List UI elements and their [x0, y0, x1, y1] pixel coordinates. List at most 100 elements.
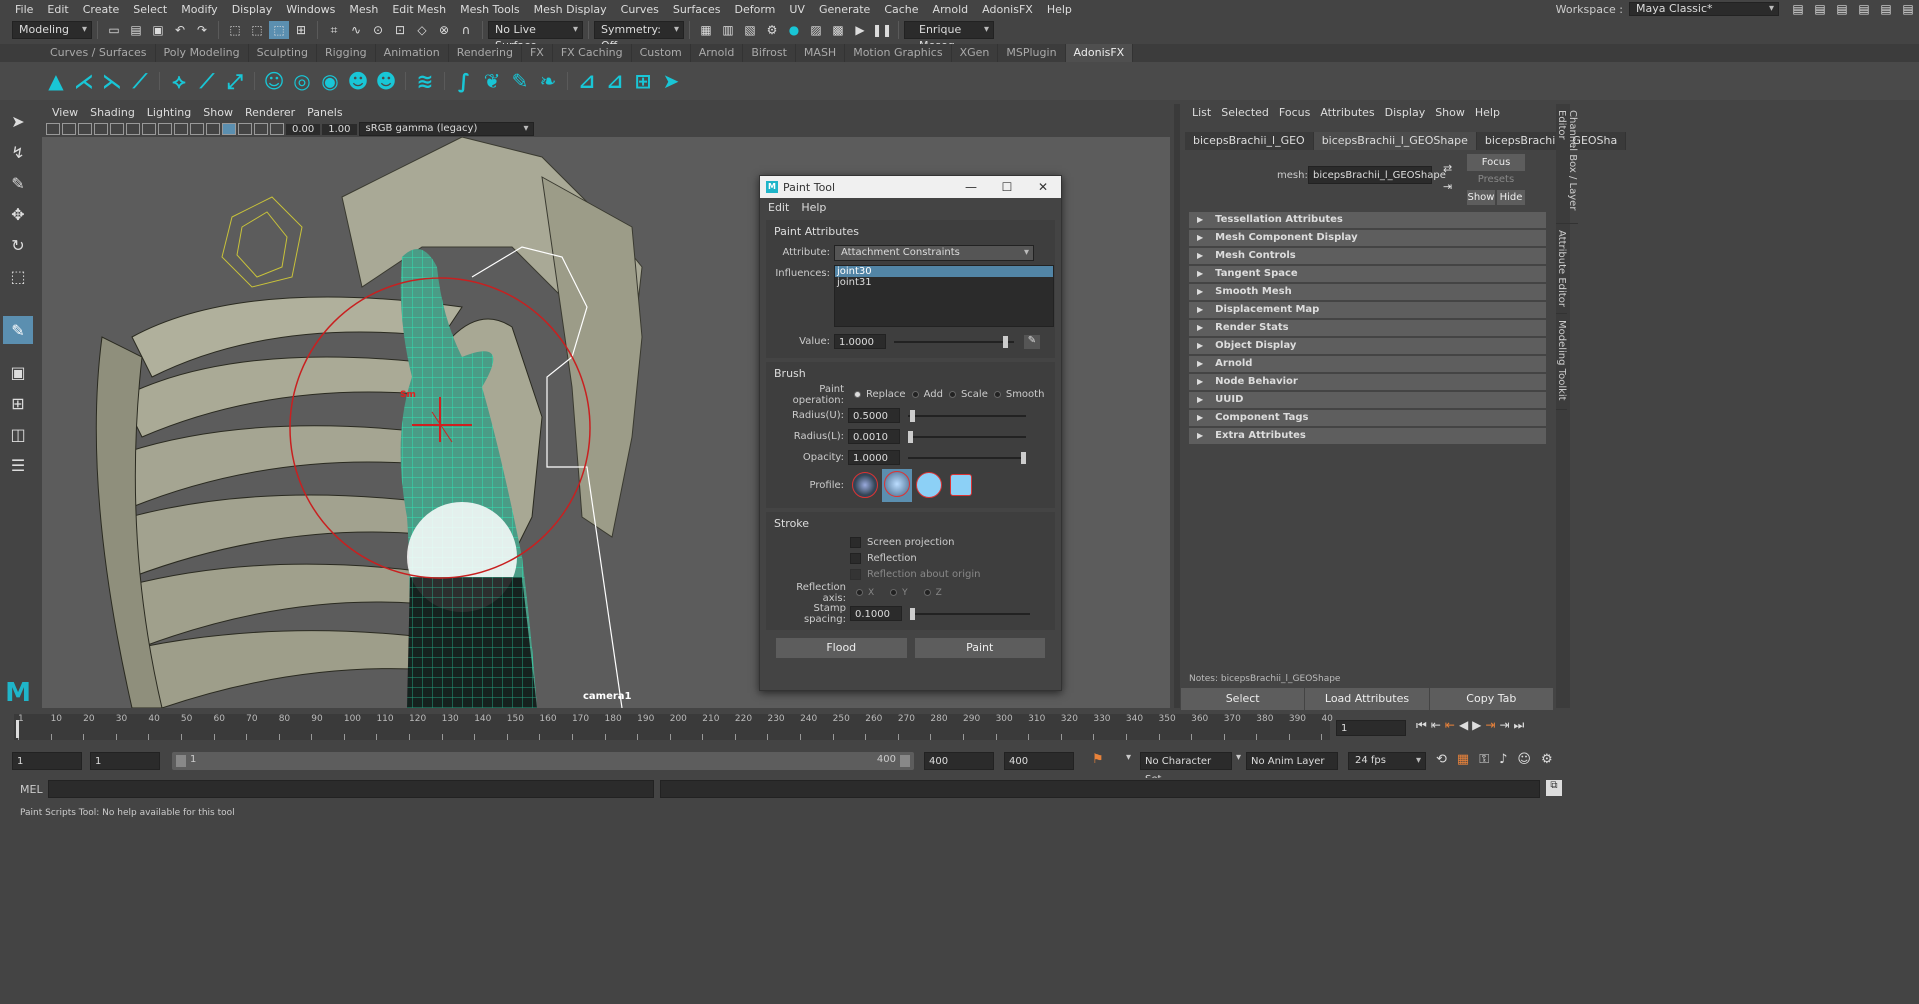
- paint-tool-titlebar[interactable]: M Paint Tool — ☐ ✕: [760, 176, 1061, 198]
- current-time-marker[interactable]: [16, 720, 19, 738]
- load-attributes-button[interactable]: Load Attributes: [1305, 688, 1430, 710]
- frame-render-stats[interactable]: Render Stats: [1189, 320, 1546, 336]
- stamp-spacing-slider[interactable]: [910, 607, 1030, 620]
- playback-end-field[interactable]: 400: [924, 752, 994, 770]
- grid-icon[interactable]: ⊞: [631, 67, 655, 95]
- tab-geo[interactable]: bicepsBrachii_l_GEO: [1185, 132, 1314, 150]
- image-plane-icon[interactable]: [94, 123, 108, 135]
- menu-select[interactable]: Select: [126, 3, 174, 16]
- ipr-render-icon[interactable]: ▧: [740, 21, 760, 39]
- layout-four-icon[interactable]: ▤: [1810, 0, 1830, 18]
- snap-live-icon[interactable]: ⊗: [434, 21, 454, 39]
- layout-side-icon[interactable]: ▤: [1832, 0, 1852, 18]
- face-icon[interactable]: ☺: [262, 67, 286, 95]
- magnet-icon[interactable]: ∩: [456, 21, 476, 39]
- shelf-tab-xgen[interactable]: XGen: [952, 44, 999, 62]
- step-forward-key-icon[interactable]: ⇥: [1499, 718, 1509, 733]
- fiber-icon[interactable]: ∫: [452, 67, 476, 95]
- frame-arnold[interactable]: Arnold: [1189, 356, 1546, 372]
- select-tool-icon[interactable]: ➤: [3, 107, 33, 135]
- snap-view-icon[interactable]: ⊡: [390, 21, 410, 39]
- rotate-tool-icon[interactable]: ↻: [3, 231, 33, 259]
- shelf-tab-sculpting[interactable]: Sculpting: [249, 44, 317, 62]
- menu-edit-mesh[interactable]: Edit Mesh: [385, 3, 453, 16]
- frame-uuid[interactable]: UUID: [1189, 392, 1546, 408]
- maximize-icon[interactable]: ☐: [989, 180, 1025, 194]
- tab-attribute-editor[interactable]: Attribute Editor: [1556, 224, 1567, 314]
- live-surface-select[interactable]: No Live Surface: [488, 21, 583, 52]
- viewport-menu-lighting[interactable]: Lighting: [141, 106, 197, 119]
- ae-menu-selected[interactable]: Selected: [1216, 106, 1274, 119]
- profile-solid-icon[interactable]: [916, 472, 942, 498]
- stamp-spacing-field[interactable]: 0.1000: [850, 606, 902, 621]
- ae-menu-attributes[interactable]: Attributes: [1315, 106, 1379, 119]
- ae-menu-show[interactable]: Show: [1430, 106, 1470, 119]
- focus-node-icon[interactable]: ⇄: [1443, 162, 1452, 175]
- select-by-hierarchy-icon[interactable]: ⬚: [225, 21, 245, 39]
- bone-tool-icon[interactable]: ⟋: [128, 67, 152, 95]
- orient-icon[interactable]: ⤢: [223, 67, 247, 95]
- pause-icon[interactable]: ❚❚: [872, 21, 892, 39]
- fascia-icon[interactable]: ❧: [536, 67, 560, 95]
- camera-icon[interactable]: [46, 123, 60, 135]
- mask-alt-icon[interactable]: ☻: [374, 67, 398, 95]
- transform-icon[interactable]: ⊿: [575, 67, 599, 95]
- shelf-tab-bifrost[interactable]: Bifrost: [743, 44, 796, 62]
- channel-box-icon[interactable]: ▤: [1854, 0, 1874, 18]
- load-node-icon[interactable]: ⇥: [1443, 180, 1452, 193]
- animation-start-field[interactable]: 1: [12, 752, 82, 770]
- value-slider[interactable]: [894, 335, 1014, 348]
- section-title[interactable]: Brush: [766, 364, 1055, 384]
- key-icon[interactable]: ⚿: [1479, 752, 1489, 767]
- step-back-key-icon[interactable]: ⇤: [1431, 718, 1441, 733]
- smooth-shade-icon[interactable]: [142, 123, 156, 135]
- select-button[interactable]: Select: [1181, 688, 1306, 710]
- viewport-menu-show[interactable]: Show: [197, 106, 239, 119]
- menu-help[interactable]: Help: [1040, 3, 1079, 16]
- current-frame-field[interactable]: 1: [1336, 720, 1406, 736]
- frame-extra-attributes[interactable]: Extra Attributes: [1189, 428, 1546, 444]
- tab-channel-box[interactable]: Channel Box / Layer Editor: [1556, 104, 1578, 224]
- radio-add[interactable]: [911, 391, 919, 398]
- ae-menu-display[interactable]: Display: [1380, 106, 1431, 119]
- show-button[interactable]: Show: [1467, 190, 1495, 205]
- settings-icon[interactable]: ▤: [1876, 0, 1896, 18]
- go-to-end-icon[interactable]: ⏭: [1514, 718, 1525, 733]
- time-slider-track[interactable]: 1 10 20 30 40 50 60 70 80 90 100 110 120 130 140 150 160…: [14, 714, 1333, 740]
- reflection-origin-checkbox[interactable]: [850, 568, 861, 580]
- menu-cache[interactable]: Cache: [877, 3, 925, 16]
- frame-node-behavior[interactable]: Node Behavior: [1189, 374, 1546, 390]
- frame-mesh-component-display[interactable]: Mesh Component Display: [1189, 230, 1546, 246]
- section-title[interactable]: Stroke: [766, 514, 1055, 534]
- motion-blur-icon[interactable]: [254, 123, 268, 135]
- menu-mesh-display[interactable]: Mesh Display: [527, 3, 614, 16]
- shelf-tab-fx-caching[interactable]: FX Caching: [553, 44, 632, 62]
- render-frame-icon[interactable]: ▥: [718, 21, 738, 39]
- toolkit-icon[interactable]: ▤: [1898, 0, 1918, 18]
- hypershade-icon[interactable]: ●: [784, 21, 804, 39]
- color-picker-icon[interactable]: ✎: [1024, 334, 1040, 349]
- shelf-tab-msplugin[interactable]: MSPlugin: [998, 44, 1066, 62]
- shelf-tab-arnold[interactable]: Arnold: [691, 44, 744, 62]
- profile-soft-icon[interactable]: [884, 470, 910, 497]
- script-editor-icon[interactable]: ⧉: [1546, 780, 1562, 796]
- select-mask-icon[interactable]: ⊞: [291, 21, 311, 39]
- character-set-field[interactable]: No Character Set: [1140, 752, 1232, 785]
- frame-smooth-mesh[interactable]: Smooth Mesh: [1189, 284, 1546, 300]
- range-end-handle[interactable]: [900, 755, 910, 767]
- menu-file[interactable]: File: [8, 3, 40, 16]
- select-by-object-icon[interactable]: ⬚: [247, 21, 267, 39]
- ring-icon[interactable]: ◎: [290, 67, 314, 95]
- go-to-start-icon[interactable]: ⏮: [1416, 718, 1427, 733]
- viewport-menu-shading[interactable]: Shading: [84, 106, 141, 119]
- lasso-tool-icon[interactable]: ↯: [3, 138, 33, 166]
- menu-edit[interactable]: Edit: [40, 3, 75, 16]
- scale-tool-icon[interactable]: ⬚: [3, 262, 33, 290]
- workspace-select[interactable]: Maya Classic*: [1629, 2, 1779, 16]
- shelf-tab-curves-surfaces[interactable]: Curves / Surfaces: [42, 44, 156, 62]
- mode-select[interactable]: Modeling: [12, 21, 92, 39]
- axis-y-radio[interactable]: [890, 589, 898, 596]
- leaf-icon[interactable]: ❦: [480, 67, 504, 95]
- frame-displacement-map[interactable]: Displacement Map: [1189, 302, 1546, 318]
- radio-smooth[interactable]: [993, 391, 1001, 398]
